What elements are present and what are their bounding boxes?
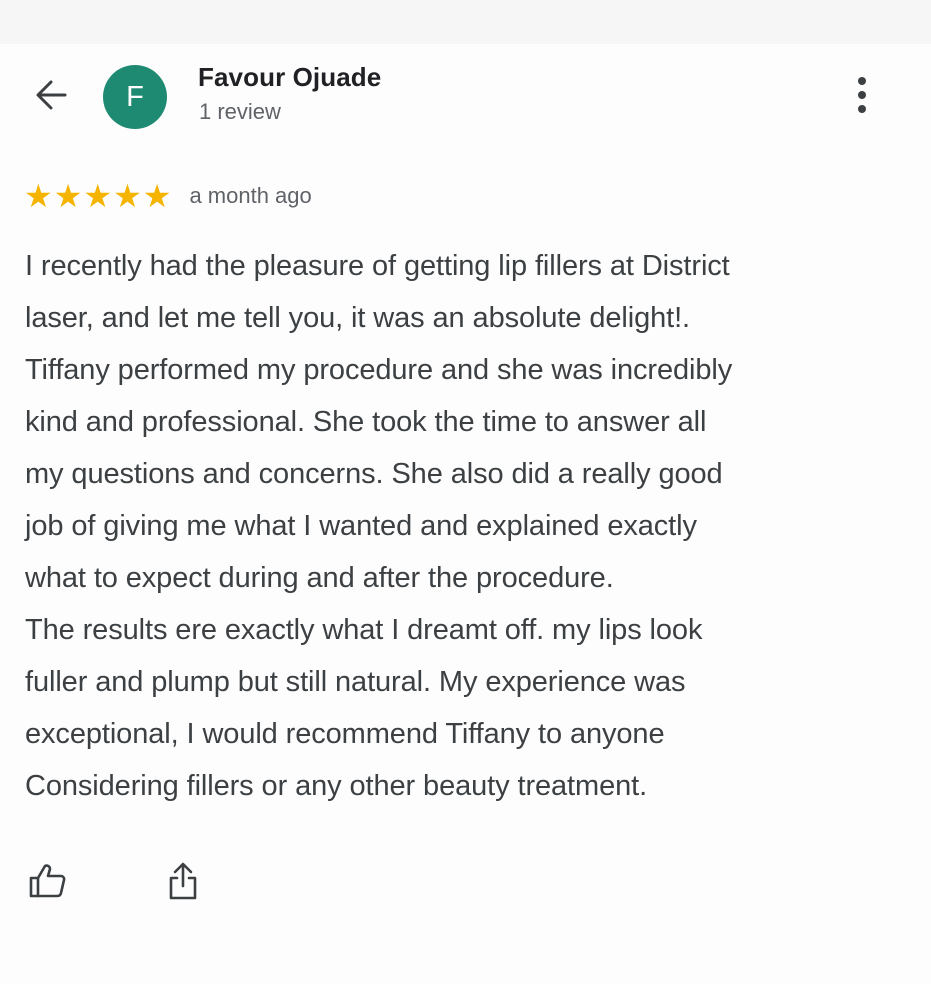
share-button[interactable]	[160, 858, 206, 904]
more-vert-icon-dot	[858, 105, 866, 113]
reviewer-name[interactable]: Favour Ojuade	[198, 62, 381, 93]
thumbs-up-icon	[29, 864, 66, 898]
rating-row: ★ ★ ★ ★ ★ a month ago	[24, 180, 312, 212]
more-options-button[interactable]	[844, 70, 880, 120]
review-text-line: Tiffany performed my procedure and she w…	[25, 354, 733, 386]
arrow-left-icon	[36, 80, 67, 110]
avatar-letter: F	[126, 80, 144, 113]
review-text-line: what to expect during and after the proc…	[25, 562, 614, 594]
review-text-line: kind and professional. She took the time…	[25, 406, 707, 438]
avatar[interactable]: F	[103, 65, 167, 129]
star-icon: ★	[83, 177, 113, 215]
back-button[interactable]	[28, 72, 74, 118]
review-count: 1 review	[199, 99, 281, 124]
review-text: I recently had the pleasure of getting l…	[25, 240, 915, 812]
like-button[interactable]	[24, 858, 70, 904]
review-text-line: The results ere exactly what I dreamt of…	[25, 614, 703, 646]
review-text-line: job of giving me what I wanted and expla…	[25, 510, 697, 542]
review-date: a month ago	[189, 183, 312, 208]
more-vert-icon	[858, 77, 866, 85]
review-text-line: laser, and let me tell you, it was an ab…	[25, 302, 691, 334]
share-icon	[169, 862, 197, 900]
star-icon: ★	[24, 177, 53, 215]
more-vert-icon-dot	[858, 91, 866, 99]
review-text-line: Considering fillers or any other beauty …	[25, 770, 648, 802]
star-icon: ★	[113, 177, 142, 215]
star-icon: ★	[53, 177, 83, 215]
review-text-line: my questions and concerns. She also did …	[25, 458, 723, 490]
status-bar-area	[0, 0, 931, 44]
star-rating: ★ ★ ★ ★ ★	[24, 180, 171, 212]
review-text-line: fuller and plump but still natural. My e…	[25, 666, 686, 698]
review-text-line: exceptional, I would recommend Tiffany t…	[25, 718, 665, 750]
review-text-line: I recently had the pleasure of getting l…	[25, 250, 730, 282]
star-icon: ★	[142, 177, 172, 215]
